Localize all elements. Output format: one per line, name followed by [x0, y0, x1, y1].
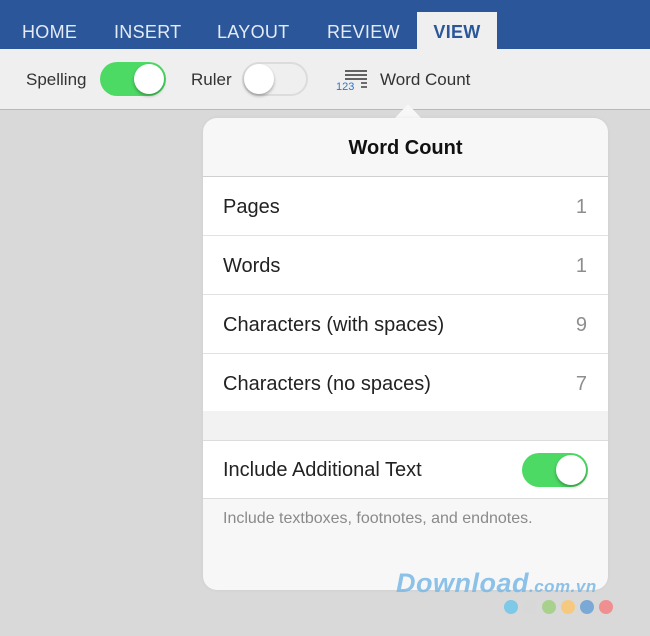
- stat-value: 1: [575, 196, 587, 218]
- stat-label: Characters (with spaces): [223, 314, 445, 336]
- watermark-dot: [580, 600, 594, 614]
- stat-value: 7: [575, 373, 587, 395]
- watermark-dot: [523, 600, 537, 614]
- popover-arrow: [395, 104, 421, 118]
- stat-label: Pages: [223, 196, 280, 218]
- watermark-text: Download: [396, 568, 529, 598]
- word-count-list: Pages 1 Words 1 Characters (with spaces)…: [203, 177, 608, 413]
- stat-label: Characters (no spaces): [223, 373, 431, 395]
- stat-value: 1: [575, 255, 587, 277]
- view-toolbar: Spelling Ruler 123 Word Count: [0, 49, 650, 110]
- watermark-dot: [542, 600, 556, 614]
- ruler-label: Ruler: [191, 70, 232, 89]
- tab-insert[interactable]: INSERT: [114, 0, 181, 49]
- watermark-dot: [599, 600, 613, 614]
- ribbon-tab-bar: HOME INSERT LAYOUT REVIEW VIEW: [0, 0, 650, 49]
- tab-view[interactable]: VIEW: [417, 12, 497, 49]
- list-item: Words 1: [203, 236, 608, 295]
- word-count-popover: Word Count Pages 1 Words 1 Characters (w…: [203, 118, 608, 590]
- tab-layout[interactable]: LAYOUT: [217, 0, 289, 49]
- list-item: Characters (no spaces) 7: [203, 354, 608, 413]
- watermark-dots: [504, 600, 618, 619]
- stat-label: Words: [223, 255, 281, 277]
- tab-review[interactable]: REVIEW: [327, 0, 400, 49]
- toggle-knob: [556, 455, 586, 485]
- list-item: Pages 1: [203, 177, 608, 236]
- stat-value: 9: [575, 314, 587, 336]
- include-additional-text-row: Include Additional Text: [203, 441, 608, 499]
- toggle-knob: [244, 64, 274, 94]
- include-additional-text-label: Include Additional Text: [223, 459, 422, 481]
- include-note: Include textboxes, footnotes, and endnot…: [223, 510, 533, 527]
- include-additional-text-toggle[interactable]: [522, 453, 588, 487]
- watermark-suffix: .com.vn: [529, 577, 597, 596]
- section-spacer: [203, 411, 608, 441]
- spelling-toggle[interactable]: [100, 62, 166, 96]
- watermark-dot: [561, 600, 575, 614]
- watermark-dot: [504, 600, 518, 614]
- ruler-toggle[interactable]: [242, 62, 308, 96]
- word-count-icon[interactable]: 123: [336, 68, 368, 92]
- word-count-icon-digits: 123: [336, 81, 354, 92]
- popover-title: Word Count: [203, 118, 608, 177]
- list-item: Characters (with spaces) 9: [203, 295, 608, 354]
- toggle-knob: [134, 64, 164, 94]
- download-watermark-logo: Download.com.vn: [396, 568, 597, 599]
- tab-home[interactable]: HOME: [22, 0, 77, 49]
- spelling-label: Spelling: [26, 70, 87, 89]
- word-count-button[interactable]: Word Count: [380, 70, 470, 90]
